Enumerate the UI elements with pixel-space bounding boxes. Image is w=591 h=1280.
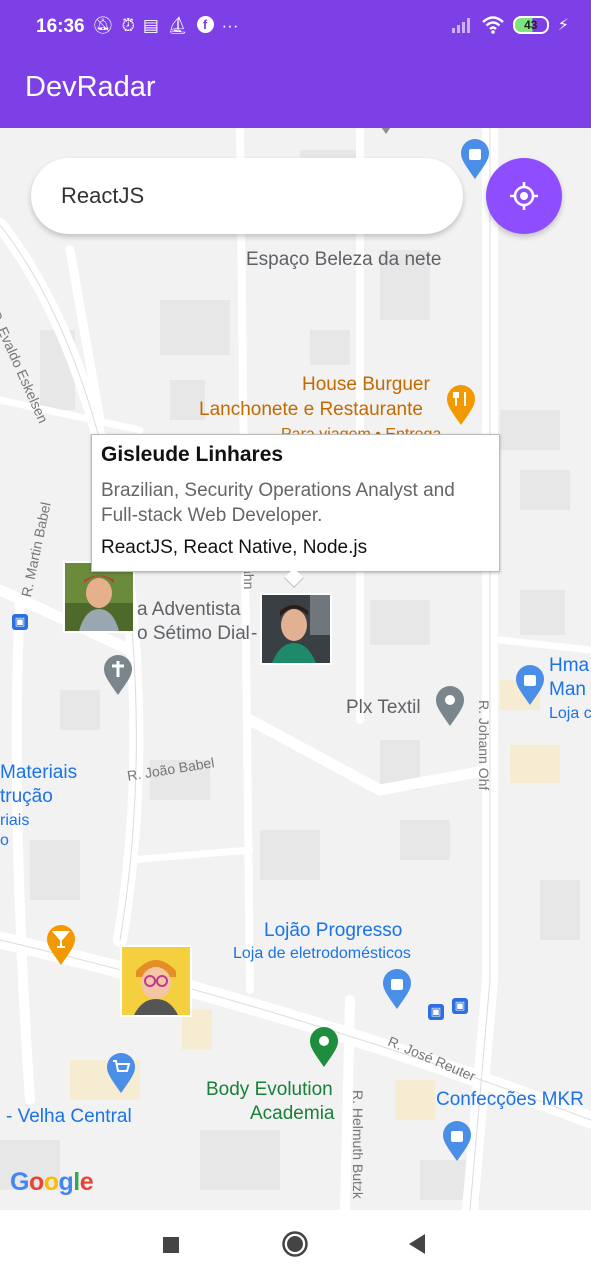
dev-avatar-marker[interactable] bbox=[120, 945, 192, 1017]
poi-label-hma-3: Loja c bbox=[549, 705, 591, 722]
poi-label-adventista-cut: I bbox=[245, 623, 251, 644]
dev-name: Gisleude Linhares bbox=[101, 443, 284, 466]
poi-label-materiais-4: o bbox=[0, 832, 9, 849]
poi-label-burger-title[interactable]: House Burguer bbox=[302, 373, 430, 397]
bar-pin-icon[interactable] bbox=[46, 924, 76, 966]
poi-label-adventista-2[interactable]: o Sétimo Dia - bbox=[137, 622, 257, 646]
poi-label-materiais-2[interactable]: trução bbox=[0, 785, 53, 809]
alarm-icon: ⏰︎ bbox=[121, 16, 135, 35]
system-icons: 43 ⚡︎ bbox=[451, 15, 569, 35]
shopping-pin-icon[interactable] bbox=[515, 664, 545, 706]
poi-label-body-1[interactable]: Body Evolution bbox=[206, 1078, 333, 1102]
poi-label-espaco[interactable]: Espaço Beleza da nete bbox=[246, 248, 441, 272]
avatar-photo bbox=[122, 947, 190, 1015]
poi-label-adventista-1[interactable]: a Adventista bbox=[137, 598, 241, 622]
map-view[interactable]: ▣ ▣ ▣ Espaço Beleza da nete House Burgue… bbox=[0, 128, 591, 1210]
system-nav-bar bbox=[0, 1210, 591, 1280]
street-label-johann: R. Johann Ohf bbox=[476, 700, 492, 791]
charging-icon: ⚡︎ bbox=[557, 17, 569, 34]
poi-label-body-2[interactable]: Academia bbox=[250, 1102, 335, 1126]
church-pin-icon[interactable] bbox=[103, 654, 133, 696]
search-bar[interactable] bbox=[31, 158, 463, 234]
bus-stop-icon[interactable]: ▣ bbox=[452, 998, 468, 1014]
dev-techs: ReactJS, React Native, Node.js bbox=[101, 537, 368, 558]
app-title: DevRadar bbox=[25, 71, 156, 103]
bus-stop-icon[interactable]: ▣ bbox=[428, 1004, 444, 1020]
recent-apps-icon[interactable] bbox=[160, 1234, 182, 1256]
back-icon[interactable] bbox=[405, 1232, 429, 1256]
google-logo-letter: o bbox=[43, 1168, 59, 1196]
home-icon[interactable] bbox=[281, 1230, 309, 1258]
silent-bell-icon: 🔕︎ bbox=[92, 16, 114, 35]
wifi-icon bbox=[481, 16, 504, 34]
locate-button[interactable] bbox=[486, 158, 562, 234]
app-bar: DevRadar bbox=[0, 56, 591, 128]
facebook-icon: f bbox=[196, 16, 214, 33]
poi-label-materiais-1[interactable]: Materiais bbox=[0, 761, 77, 785]
google-logo-letter: G bbox=[10, 1168, 29, 1196]
gym-pin-icon[interactable] bbox=[309, 1026, 339, 1068]
google-logo: Google bbox=[10, 1168, 94, 1197]
shopping-pin-icon[interactable] bbox=[382, 968, 412, 1010]
gps-target-icon bbox=[510, 182, 538, 210]
message-icon: ▤ bbox=[142, 16, 159, 35]
status-bar: 16:36 🔕︎ ⏰︎ ▤ ⛵︎ f ··· 43 ⚡︎ bbox=[0, 0, 591, 56]
poi-label-plx[interactable]: Plx Textil bbox=[346, 696, 421, 720]
poi-label-lojao-subtitle: Loja de eletrodomésticos bbox=[233, 945, 411, 962]
poi-label-lojao-title[interactable]: Lojão Progresso bbox=[264, 919, 402, 943]
shopping-pin-icon[interactable] bbox=[442, 1120, 472, 1162]
bus-stop-icon[interactable]: ▣ bbox=[12, 614, 28, 630]
status-time: 16:36 bbox=[36, 16, 85, 37]
notification-icons: 🔕︎ ⏰︎ ▤ ⛵︎ f ··· bbox=[92, 16, 239, 36]
signal-icon bbox=[451, 18, 470, 33]
boat-icon: ⛵︎ bbox=[166, 16, 189, 35]
poi-label-velha[interactable]: - Velha Central bbox=[6, 1105, 132, 1129]
dev-avatar-marker-selected[interactable] bbox=[260, 593, 332, 665]
search-input[interactable] bbox=[61, 178, 441, 214]
dev-bio: Brazilian, Security Operations Analyst a… bbox=[101, 480, 455, 526]
street-label-helmuth: R. Helmuth Butzk bbox=[350, 1090, 366, 1199]
dev-callout[interactable]: Gisleude Linhares Brazilian, Security Op… bbox=[91, 434, 500, 572]
poi-label-hma-2[interactable]: Man bbox=[549, 678, 586, 702]
avatar-photo bbox=[262, 595, 330, 663]
google-logo-letter: e bbox=[79, 1168, 94, 1196]
poi-label-burger-subtitle[interactable]: Lanchonete e Restaurante bbox=[199, 398, 423, 422]
shopping-cart-pin-icon[interactable] bbox=[106, 1052, 136, 1094]
google-logo-letter: g bbox=[58, 1168, 74, 1196]
small-place-icon bbox=[381, 128, 391, 134]
more-icon: ··· bbox=[221, 16, 239, 35]
avatar-photo bbox=[65, 563, 133, 631]
map-base bbox=[0, 128, 591, 1210]
battery-indicator: 43 bbox=[512, 16, 549, 34]
poi-label-confeccoes[interactable]: Confecções MKR bbox=[436, 1088, 584, 1112]
google-logo-letter: o bbox=[28, 1168, 44, 1196]
poi-label-hma-1[interactable]: Hma bbox=[549, 654, 589, 678]
shopping-pin-icon[interactable] bbox=[460, 138, 490, 180]
place-pin-icon[interactable] bbox=[435, 685, 465, 727]
restaurant-pin-icon[interactable] bbox=[446, 384, 476, 426]
